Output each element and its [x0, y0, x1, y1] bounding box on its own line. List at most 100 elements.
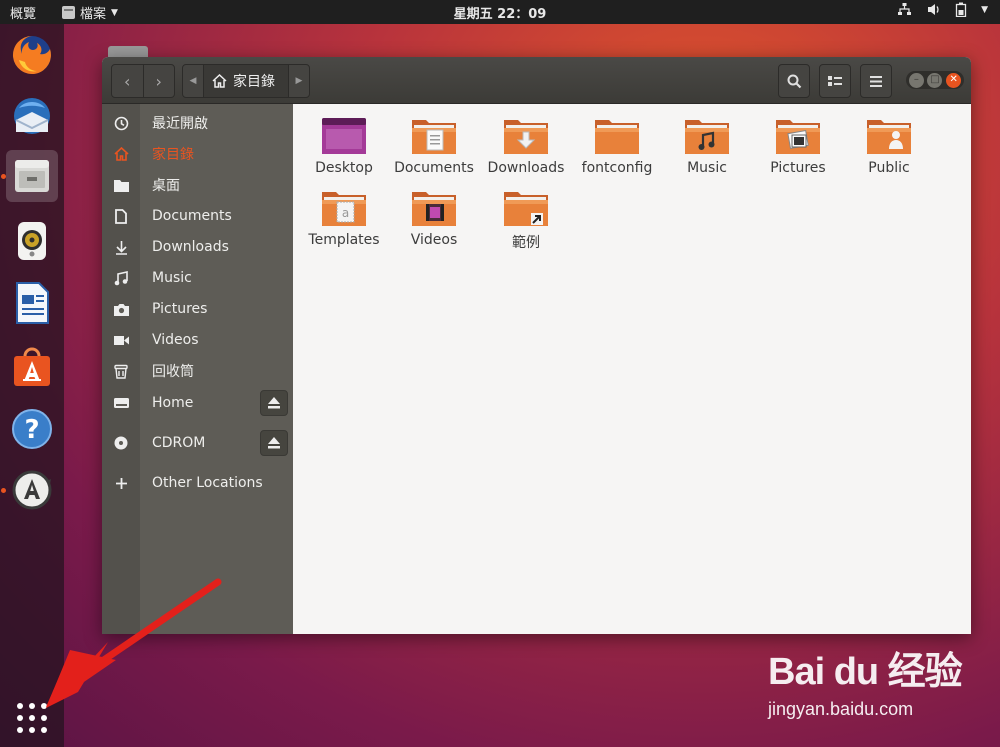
sidebar-item-cdrom[interactable]: CDROM [102, 428, 293, 458]
view-toggle-button[interactable] [819, 64, 851, 98]
sidebar-item-music[interactable]: Music [102, 263, 293, 293]
sidebar-item-pictures[interactable]: Pictures [102, 294, 293, 324]
sidebar-item-家目錄[interactable]: 家目錄 [102, 139, 293, 169]
folder-name: Pictures [770, 160, 826, 176]
home-icon [113, 146, 129, 162]
file-view: Desktop Documents Downloads fontconfig Music… [293, 104, 971, 634]
sidebar-item-other-locations[interactable]: Other Locations [102, 468, 293, 498]
network-icon [898, 3, 912, 15]
dock: ? [0, 24, 64, 747]
dock-thunderbird[interactable] [6, 91, 58, 143]
folder-item[interactable]: Documents [389, 116, 479, 176]
folder-item[interactable]: fontconfig [572, 116, 662, 176]
sidebar-item-home[interactable]: Home [102, 388, 293, 418]
sidebar-item-label: Pictures [152, 301, 208, 317]
folder-videos-icon [410, 188, 458, 228]
folder-name: Videos [410, 232, 458, 248]
sidebar-item-label: 回收筒 [152, 364, 194, 380]
dock-help[interactable]: ? [6, 403, 58, 455]
folder-desktop-icon [320, 116, 368, 156]
rhythmbox-icon [18, 222, 46, 260]
clock[interactable]: 星期五 22：09 [0, 3, 1000, 22]
folder-name: Desktop [315, 160, 373, 176]
music-icon [113, 270, 129, 286]
system-tray[interactable]: ▼ [897, 2, 988, 17]
file-manager-window: ‹ › ◀ 家目錄 ▶ – □ ✕ 最近開啟 家目錄 桌面 Documents Down… [102, 57, 971, 634]
folder-link-icon [502, 188, 550, 228]
sidebar-item-videos[interactable]: Videos [102, 325, 293, 355]
dock-firefox[interactable] [6, 29, 58, 81]
sidebar-item-桌面[interactable]: 桌面 [102, 170, 293, 200]
sidebar-item-最近開啟[interactable]: 最近開啟 [102, 108, 293, 138]
folder-templates-icon: a [320, 188, 368, 228]
places-sidebar: 最近開啟家目錄桌面 Documents Downloads Music Pictures… [102, 104, 293, 634]
back-button[interactable]: ‹ [112, 65, 143, 97]
folder-music-icon [683, 116, 731, 156]
list-view-icon [828, 76, 842, 86]
files-app-icon [62, 6, 75, 19]
video-icon [113, 332, 129, 348]
path-scroll-right[interactable]: ▶ [289, 65, 309, 97]
folder-item[interactable]: Downloads [481, 116, 571, 176]
folder-item[interactable]: Desktop [299, 116, 389, 176]
home-icon [212, 74, 227, 88]
help-icon: ? [12, 409, 52, 449]
folder-name: Downloads [487, 160, 565, 176]
dock-rhythmbox[interactable] [6, 215, 58, 267]
eject-button[interactable] [260, 430, 288, 456]
dock-software[interactable] [6, 341, 58, 393]
app-menu[interactable]: 檔案 ▼ [62, 3, 118, 22]
folder-item[interactable]: a Templates [299, 188, 389, 248]
sidebar-item-label: Downloads [152, 239, 229, 255]
folder-item[interactable]: Videos [389, 188, 479, 248]
path-crumb-label: 家目錄 [233, 74, 275, 90]
folder-item[interactable]: Music [662, 116, 752, 176]
sidebar-item-label: Other Locations [152, 475, 263, 491]
path-crumb-home[interactable]: 家目錄 [203, 65, 289, 97]
menu-button[interactable] [860, 64, 892, 98]
folder-item[interactable]: 範例 [481, 188, 571, 252]
sidebar-item-label: 最近開啟 [152, 116, 208, 132]
sidebar-item-documents[interactable]: Documents [102, 201, 293, 231]
folder-item[interactable]: Pictures [753, 116, 843, 176]
chevron-left-icon: ‹ [124, 71, 131, 91]
sidebar-item-label: Videos [152, 332, 199, 348]
svg-text:?: ? [24, 415, 39, 445]
download-icon [113, 239, 129, 255]
trash-icon [113, 363, 129, 379]
folder-name: 範例 [512, 235, 540, 251]
close-button[interactable]: ✕ [946, 72, 962, 88]
app-menu-label: 檔案 [80, 7, 107, 22]
dock-files[interactable] [1, 150, 58, 202]
folder-name: Templates [308, 232, 380, 248]
disc-icon [113, 435, 129, 451]
baidu-logo: Bai du 经验 [768, 651, 963, 693]
path-scroll-left[interactable]: ◀ [183, 65, 203, 97]
eject-icon [268, 397, 280, 409]
sidebar-item-回收筒[interactable]: 回收筒 [102, 356, 293, 386]
dock-writer[interactable] [6, 277, 58, 329]
activities-button[interactable]: 概覽 [10, 3, 36, 22]
search-icon [787, 74, 801, 88]
folder-item[interactable]: Public [844, 116, 934, 176]
document-icon [113, 208, 129, 224]
sidebar-item-downloads[interactable]: Downloads [102, 232, 293, 262]
path-bar: ◀ 家目錄 ▶ [182, 64, 310, 98]
maximize-button[interactable]: □ [927, 72, 943, 88]
folder-plain-icon [593, 116, 641, 156]
maximize-icon: □ [930, 74, 940, 85]
drive-icon [113, 395, 129, 411]
dock-software-updater[interactable] [1, 464, 58, 516]
forward-button[interactable]: › [142, 65, 175, 97]
search-button[interactable] [778, 64, 810, 98]
show-applications-button[interactable] [14, 700, 50, 736]
eject-button[interactable] [260, 390, 288, 416]
minimize-button[interactable]: – [908, 72, 924, 88]
window-controls: – □ ✕ [906, 71, 964, 89]
baidu-watermark: Bai du 经验 jingyan.baidu.com [768, 640, 963, 720]
sidebar-item-label: 桌面 [152, 178, 180, 194]
plus-icon [113, 475, 129, 491]
software-icon [14, 347, 50, 386]
header-bar: ‹ › ◀ 家目錄 ▶ – □ ✕ [102, 57, 971, 104]
recent-icon [113, 115, 129, 131]
